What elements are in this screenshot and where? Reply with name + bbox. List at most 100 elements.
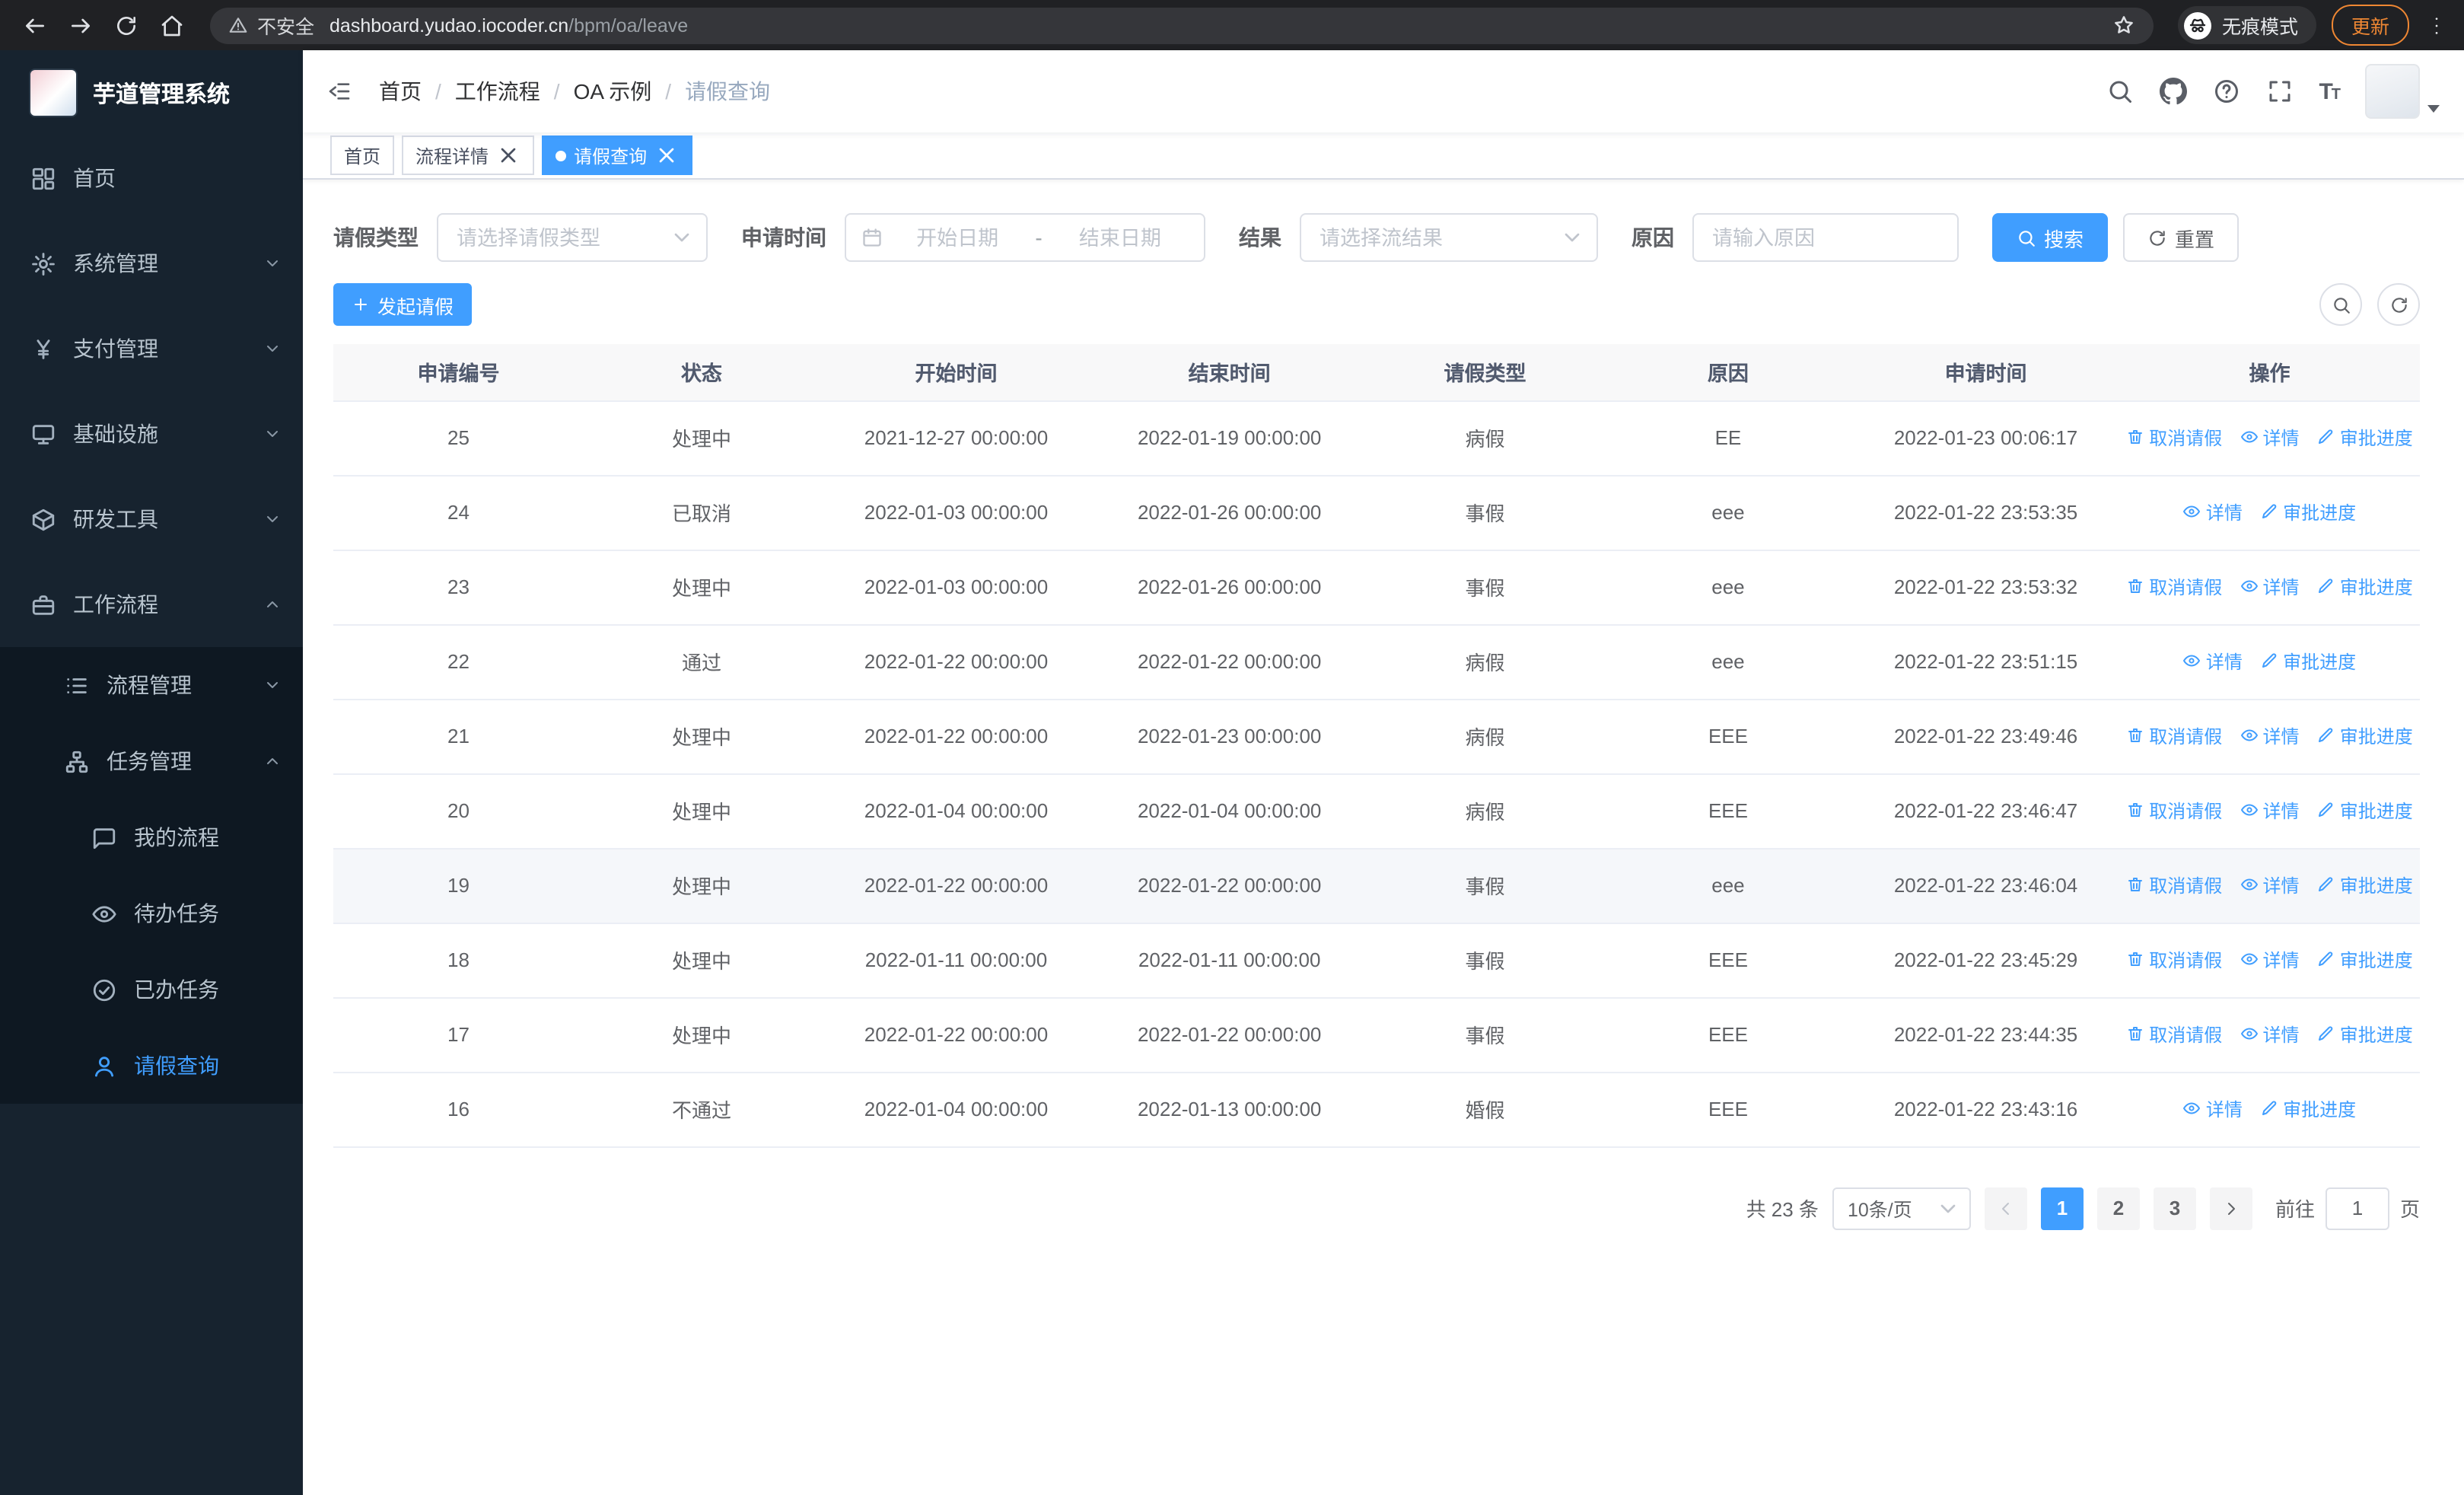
page-button-1[interactable]: 1 [2040, 1187, 2084, 1229]
help-icon[interactable] [2212, 78, 2240, 105]
infrastructure-icon [30, 421, 56, 447]
result-select[interactable] [1300, 213, 1598, 262]
sidebar-item-leave-query[interactable]: 请假查询 [0, 1028, 303, 1104]
tab-leave-query[interactable]: 请假查询 [542, 135, 693, 175]
detail-link[interactable]: 详情 [2183, 649, 2243, 674]
create-leave-button[interactable]: 发起请假 [333, 283, 473, 326]
approval-progress-link[interactable]: 审批进度 [2317, 872, 2413, 898]
next-page-button[interactable] [2209, 1187, 2252, 1229]
start-date-input[interactable] [889, 226, 1027, 249]
cell-end: 2022-01-22 00:00:00 [1093, 848, 1367, 923]
cancel-leave-link[interactable]: 取消请假 [2126, 723, 2222, 749]
detail-link[interactable]: 详情 [2183, 1096, 2243, 1122]
home-button[interactable] [152, 5, 192, 45]
reason-input-wrap [1692, 213, 1959, 262]
cancel-leave-link[interactable]: 取消请假 [2126, 574, 2222, 600]
tab-home[interactable]: 首页 [330, 135, 395, 175]
address-bar[interactable]: 不安全 dashboard.yudao.iocoder.cn /bpm/oa/l… [210, 7, 2154, 43]
approval-progress-link[interactable]: 审批进度 [2260, 499, 2356, 525]
sidebar-item-home[interactable]: 首页 [0, 135, 303, 221]
cancel-leave-link[interactable]: 取消请假 [2126, 947, 2222, 973]
sidebar-collapse-icon[interactable] [327, 79, 352, 104]
home-icon [160, 13, 184, 37]
cell-start: 2022-01-03 00:00:00 [819, 475, 1094, 550]
reload-button[interactable] [107, 5, 146, 45]
cancel-leave-link[interactable]: 取消请假 [2126, 872, 2222, 898]
apply-time-range-picker[interactable]: - [845, 213, 1205, 262]
breadcrumb-separator: / [553, 79, 560, 104]
approval-progress-link[interactable]: 审批进度 [2260, 649, 2356, 674]
search-icon[interactable] [2106, 78, 2133, 105]
sidebar-item-workflow[interactable]: 工作流程 [0, 562, 303, 647]
detail-link[interactable]: 详情 [2240, 872, 2300, 898]
browser-menu-icon[interactable] [2424, 13, 2449, 37]
back-button[interactable] [15, 5, 55, 45]
result-select-input[interactable] [1320, 226, 1557, 249]
end-date-input[interactable] [1051, 226, 1189, 249]
toggle-search-button[interactable] [2319, 283, 2362, 326]
sidebar-item-todo-task[interactable]: 待办任务 [0, 875, 303, 952]
leave-type-select-input[interactable] [457, 226, 667, 249]
cell-id: 22 [333, 624, 584, 700]
close-icon[interactable] [496, 143, 520, 167]
page-size-select[interactable]: 10条/页 [1832, 1187, 1971, 1229]
user-menu[interactable] [2365, 64, 2440, 119]
detail-link[interactable]: 详情 [2183, 499, 2243, 525]
breadcrumb-workflow[interactable]: 工作流程 [455, 76, 540, 107]
sidebar-item-task-management[interactable]: 任务管理 [0, 723, 303, 799]
approval-progress-link[interactable]: 审批进度 [2317, 425, 2413, 451]
github-icon[interactable] [2159, 78, 2186, 105]
detail-link[interactable]: 详情 [2240, 1022, 2300, 1047]
leave-type-select[interactable] [437, 213, 708, 262]
sidebar-item-payment[interactable]: 支付管理 [0, 306, 303, 391]
sidebar-item-system[interactable]: 系统管理 [0, 221, 303, 306]
close-icon[interactable] [654, 143, 679, 167]
sidebar-item-label: 系统管理 [73, 251, 158, 276]
workflow-icon [30, 591, 56, 617]
caret-down-icon [2427, 105, 2440, 113]
detail-link[interactable]: 详情 [2240, 723, 2300, 749]
breadcrumb-separator: / [435, 79, 441, 104]
forward-button[interactable] [61, 5, 100, 45]
chevron-down-icon [263, 254, 282, 273]
search-button[interactable]: 搜索 [1992, 213, 2109, 262]
tab-process-detail[interactable]: 流程详情 [402, 135, 535, 175]
sidebar-item-process-management[interactable]: 流程管理 [0, 647, 303, 723]
page-button-2[interactable]: 2 [2096, 1187, 2140, 1229]
fullscreen-icon[interactable] [2265, 78, 2293, 105]
sidebar-item-my-process[interactable]: 我的流程 [0, 799, 303, 875]
bookmark-star-icon[interactable] [2112, 14, 2135, 37]
cell-reason: eee [1603, 550, 1853, 625]
reset-button[interactable]: 重置 [2123, 213, 2240, 262]
approval-progress-link[interactable]: 审批进度 [2317, 723, 2413, 749]
detail-link[interactable]: 详情 [2240, 798, 2300, 824]
approval-progress-link[interactable]: 审批进度 [2260, 1096, 2356, 1122]
table-row: 23 处理中 2022-01-03 00:00:00 2022-01-26 00… [333, 550, 2420, 625]
prev-page-button[interactable] [1984, 1187, 2027, 1229]
sidebar-item-devtools[interactable]: 研发工具 [0, 477, 303, 562]
detail-link[interactable]: 详情 [2240, 425, 2300, 451]
approval-progress-link[interactable]: 审批进度 [2317, 798, 2413, 824]
sidebar-item-infrastructure[interactable]: 基础设施 [0, 391, 303, 477]
approval-progress-link[interactable]: 审批进度 [2317, 574, 2413, 600]
update-chip[interactable]: 更新 [2331, 5, 2409, 46]
trash-icon [2126, 578, 2144, 596]
pen-icon [2317, 802, 2335, 820]
approval-progress-link[interactable]: 审批进度 [2317, 947, 2413, 973]
calendar-icon [861, 227, 883, 248]
page-button-3[interactable]: 3 [2153, 1187, 2196, 1229]
goto-page-input[interactable] [2325, 1187, 2389, 1229]
refresh-table-button[interactable] [2377, 283, 2420, 326]
breadcrumb-oa-example[interactable]: OA 示例 [574, 76, 652, 107]
font-size-icon[interactable]: TT [2319, 78, 2341, 104]
breadcrumb-home[interactable]: 首页 [379, 76, 422, 107]
cancel-leave-link[interactable]: 取消请假 [2126, 425, 2222, 451]
sidebar-item-label: 流程管理 [107, 673, 192, 697]
detail-link[interactable]: 详情 [2240, 574, 2300, 600]
cancel-leave-link[interactable]: 取消请假 [2126, 1022, 2222, 1047]
sidebar-item-done-task[interactable]: 已办任务 [0, 952, 303, 1028]
reason-input[interactable] [1712, 226, 1939, 249]
detail-link[interactable]: 详情 [2240, 947, 2300, 973]
approval-progress-link[interactable]: 审批进度 [2317, 1022, 2413, 1047]
cancel-leave-link[interactable]: 取消请假 [2126, 798, 2222, 824]
